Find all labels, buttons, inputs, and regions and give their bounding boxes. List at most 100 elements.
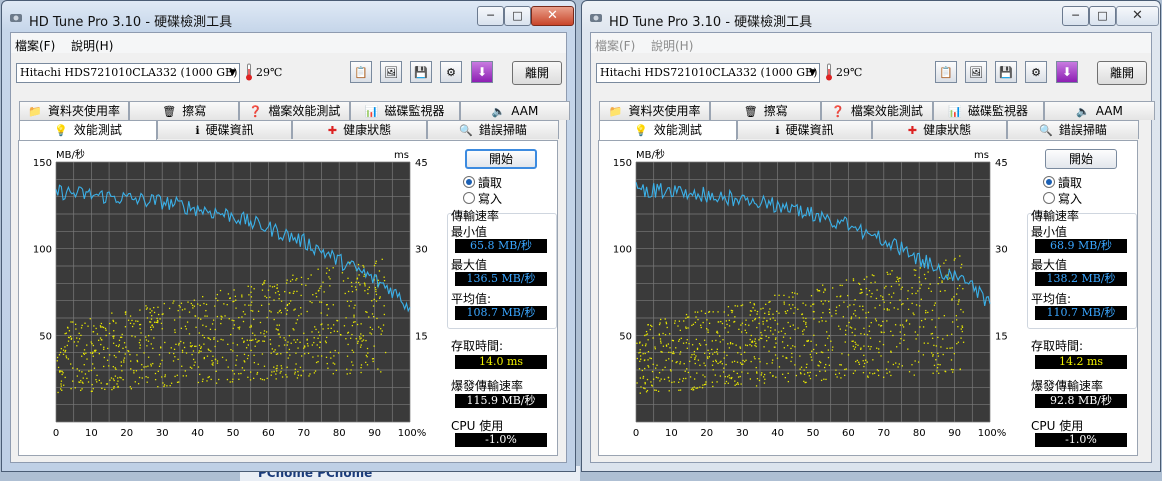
- drive-select[interactable]: Hitachi HDS721010CLA332 (1000 GB) ▼: [16, 63, 240, 83]
- read-radio[interactable]: 讀取: [1043, 174, 1082, 191]
- access-time-point: [266, 296, 268, 299]
- tab-info[interactable]: ℹ 硬碟資訊: [737, 120, 872, 139]
- options-button[interactable]: ⚙: [440, 61, 462, 83]
- access-time-point: [127, 319, 130, 321]
- access-time-point: [301, 283, 303, 286]
- access-time-point: [147, 356, 150, 358]
- access-time-point: [901, 303, 903, 306]
- access-time-point: [641, 344, 644, 346]
- maximize-button[interactable]: □: [1089, 6, 1116, 26]
- start-button[interactable]: 開始: [1045, 149, 1117, 169]
- tab-file-benchmark[interactable]: ❓ 檔案效能測試: [239, 101, 350, 120]
- tab-erase[interactable]: 🗑 擦寫: [710, 101, 822, 120]
- copy-text-button[interactable]: 📋: [350, 61, 372, 83]
- access-time-point: [890, 330, 892, 333]
- access-time-point: [855, 315, 857, 317]
- access-time-point: [792, 296, 794, 298]
- tab-disk-monitor[interactable]: 📊 磁碟監視器: [349, 101, 460, 120]
- access-time-point: [61, 373, 63, 376]
- access-time-point: [758, 339, 760, 341]
- access-time-point: [328, 269, 330, 271]
- access-time-point: [154, 378, 157, 381]
- access-time-point: [742, 359, 744, 362]
- copy-image-button[interactable]: 🖼: [380, 61, 402, 83]
- access-time-point: [215, 382, 218, 384]
- menu-item-file[interactable]: 檔案(F): [595, 37, 635, 54]
- access-time-point: [214, 358, 217, 360]
- menu-item-file[interactable]: 檔案(F): [15, 37, 55, 54]
- download-button[interactable]: ⬇: [1056, 61, 1078, 83]
- access-time-point: [668, 380, 670, 382]
- exit-button[interactable]: 離開: [512, 61, 562, 85]
- start-button[interactable]: 開始: [465, 149, 537, 169]
- access-time-point: [321, 323, 323, 325]
- access-time-point: [705, 383, 707, 385]
- tab-health[interactable]: ✚ 健康狀態: [292, 120, 427, 139]
- minimize-button[interactable]: ─: [1062, 6, 1089, 26]
- save-button[interactable]: 💾: [410, 61, 432, 83]
- tab-disk-monitor[interactable]: 📊 磁碟監視器: [932, 101, 1044, 120]
- health-cross-icon: ✚: [327, 124, 338, 137]
- access-time-point: [229, 297, 231, 299]
- close-button[interactable]: ✕: [1116, 6, 1159, 26]
- access-time-point: [793, 312, 795, 314]
- access-time-point: [878, 324, 880, 326]
- access-time-point: [205, 303, 208, 306]
- tab-file-benchmark[interactable]: ❓ 檔案效能測試: [821, 101, 933, 120]
- access-time-point: [682, 377, 685, 380]
- tab-erase[interactable]: 🗑 擦寫: [129, 101, 240, 120]
- access-time-point: [186, 321, 189, 323]
- download-button[interactable]: ⬇: [471, 61, 493, 83]
- tab-benchmark[interactable]: 💡 效能測試: [19, 120, 157, 141]
- read-radio[interactable]: 讀取: [463, 174, 502, 191]
- access-time-point: [266, 316, 268, 319]
- tab-aam[interactable]: 🔈 AAM: [1043, 101, 1155, 120]
- access-time-point: [730, 377, 732, 380]
- access-time-point: [292, 328, 294, 330]
- menu-item-help[interactable]: 說明(H): [651, 37, 693, 54]
- access-time-point: [125, 311, 127, 313]
- options-button[interactable]: ⚙: [1025, 61, 1047, 83]
- tab-error-scan[interactable]: 🔍 錯誤掃瞄: [427, 120, 559, 139]
- access-time-point: [284, 339, 286, 341]
- access-time-point: [938, 276, 941, 279]
- access-time-point: [854, 334, 856, 337]
- access-time-point: [647, 339, 649, 341]
- write-radio[interactable]: 寫入: [1043, 190, 1082, 207]
- access-time-point: [667, 343, 670, 345]
- tab-folder-usage[interactable]: 📁 資料夾使用率: [599, 101, 711, 120]
- copy-text-button[interactable]: 📋: [935, 61, 957, 83]
- copy-image-button[interactable]: 🖼: [965, 61, 987, 83]
- minimize-button[interactable]: ─: [477, 6, 504, 26]
- tab-aam[interactable]: 🔈 AAM: [459, 101, 570, 120]
- access-time-point: [813, 318, 815, 320]
- access-time-point: [148, 334, 150, 337]
- save-button[interactable]: 💾: [995, 61, 1017, 83]
- close-button[interactable]: ✕: [531, 6, 574, 26]
- access-time-point: [90, 390, 93, 393]
- access-time-point: [81, 355, 83, 357]
- tab-benchmark[interactable]: 💡 效能測試: [599, 120, 737, 141]
- maximize-button[interactable]: □: [504, 6, 531, 26]
- access-time-point: [226, 303, 228, 306]
- access-time-point: [312, 294, 314, 296]
- access-time-point: [929, 283, 931, 285]
- write-radio[interactable]: 寫入: [463, 190, 502, 207]
- access-time-point: [866, 276, 868, 278]
- access-time-point: [936, 367, 939, 369]
- access-time-point: [707, 329, 709, 331]
- access-time-point: [741, 322, 744, 324]
- tab-folder-usage[interactable]: 📁 資料夾使用率: [19, 101, 130, 120]
- exit-button[interactable]: 離開: [1097, 61, 1147, 85]
- access-time-point: [212, 362, 214, 364]
- menu-item-help[interactable]: 說明(H): [71, 37, 113, 54]
- access-time-point: [280, 365, 282, 367]
- drive-select[interactable]: Hitachi HDS721010CLA332 (1000 GB) ▼: [596, 63, 820, 83]
- access-time-point: [280, 353, 282, 355]
- access-time-point: [715, 359, 717, 361]
- access-time-point: [322, 281, 324, 283]
- tab-info[interactable]: ℹ 硬碟資訊: [157, 120, 292, 139]
- tab-error-scan[interactable]: 🔍 錯誤掃瞄: [1007, 120, 1139, 139]
- tab-health[interactable]: ✚ 健康狀態: [872, 120, 1007, 139]
- access-time-point: [791, 356, 793, 358]
